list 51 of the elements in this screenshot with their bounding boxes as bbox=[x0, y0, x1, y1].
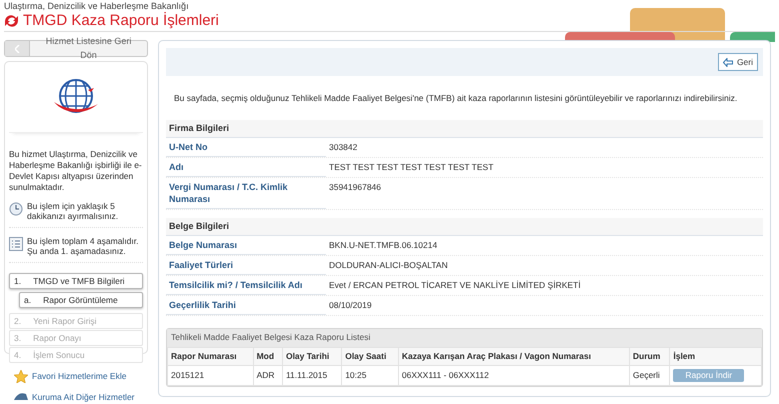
table-cell: Geçerli bbox=[629, 365, 670, 386]
table-cell: 10:25 bbox=[342, 365, 398, 386]
table-cell: 11.11.2015 bbox=[282, 365, 342, 386]
field-label: Geçerlilik Tarihi bbox=[166, 296, 326, 315]
panel-title: Tehlikeli Madde Faaliyet Belgesi Kaza Raporu Listesi bbox=[167, 328, 762, 347]
intro-text: Bu sayfada, seçmiş olduğunuz Tehlikeli Madde Faaliyet Belgesi'ne (TMFB) ait kaza raporlarının listesini görüntüleyebilir ve raporlarınızı indirebilirsiniz. bbox=[173, 92, 738, 105]
field-label: Vergi Numarası / T.C. Kimlik Numarası bbox=[166, 178, 326, 209]
column-header: Rapor Numarası bbox=[168, 347, 254, 366]
column-header: Olay Tarihi bbox=[282, 347, 342, 366]
step-item: a. Rapor Görüntüleme bbox=[19, 292, 143, 308]
field-label: Belge Numarası bbox=[166, 236, 326, 255]
step-item: 4. İşlem Sonucu bbox=[9, 347, 143, 363]
section-header: Belge Bilgileri bbox=[166, 218, 763, 236]
field-value: 303842 bbox=[328, 140, 358, 154]
column-header: İşlem bbox=[670, 347, 762, 366]
field-value: 35941967846 bbox=[328, 180, 382, 194]
arrow-left-icon bbox=[722, 58, 733, 66]
field-value: Evet / ERCAN PETROL TİCARET VE NAKLİYE LİMİTED ŞİRKETİ bbox=[328, 278, 582, 292]
step-item: 3. Rapor Onayı bbox=[9, 330, 143, 346]
page-title: TMGD Kaza Raporu İşlemleri bbox=[23, 12, 219, 30]
service-link[interactable]: Kuruma Ait Diğer Hizmetler bbox=[14, 391, 148, 404]
step-item: 1. TMGD ve TMFB Bilgileri bbox=[9, 273, 143, 289]
table-cell: 06XXX111 - 06XXX112 bbox=[398, 365, 630, 386]
back-button[interactable]: Geri bbox=[718, 53, 758, 71]
clock-icon bbox=[9, 202, 23, 216]
field-value: 08/10/2019 bbox=[328, 298, 373, 312]
field-value: TEST TEST TEST TEST TEST TEST TEST bbox=[328, 160, 494, 174]
field-value: DOLDURAN-ALICI-BOŞALTAN bbox=[328, 258, 449, 272]
list-icon bbox=[9, 237, 23, 251]
back-link-button[interactable]: Hizmet Listesine Geri Dön bbox=[4, 40, 148, 57]
field-label: Faaliyet Türleri bbox=[166, 256, 326, 275]
column-header: Durum bbox=[629, 347, 670, 366]
service-description: Bu hizmet Ulaştırma, Denizcilik ve Haberleşme Bakanlığı işbirliği ile e-Devlet Kapısı altyapısı üzerinden sunulmaktadır. bbox=[9, 149, 143, 193]
field-label: Temsilcilik mi? / Temsilcilik Adı bbox=[166, 276, 326, 295]
column-header: Mod bbox=[253, 347, 282, 366]
step-item: 2. Yeni Rapor Girişi bbox=[9, 313, 143, 329]
field-label: Adı bbox=[166, 158, 326, 177]
table-cell: ADR bbox=[253, 365, 282, 386]
star-icon bbox=[14, 370, 28, 383]
column-header: Kazaya Karışan Araç Plakası / Vagon Numarası bbox=[398, 347, 630, 366]
refresh-icon bbox=[4, 15, 19, 27]
info-note: Bu işlem toplam 4 aşamalıdır. Şu anda 1. aşamadasınız. bbox=[27, 236, 140, 256]
field-label: U-Net No bbox=[166, 138, 326, 157]
column-header: Olay Saati bbox=[342, 347, 398, 366]
ministry-name: Ulaştırma, Denizcilik ve Haberleşme Bakanlığı bbox=[4, 1, 190, 12]
table-cell: 2015121 bbox=[168, 365, 254, 386]
field-value: BKN.U-NET.TMFB.06.10214 bbox=[328, 238, 438, 252]
service-link[interactable]: Favori Hizmetlerime Ekle bbox=[14, 370, 148, 383]
chevron-left-icon bbox=[14, 44, 20, 52]
section-header: Firma Bilgileri bbox=[166, 120, 763, 138]
info-note: Bu işlem için yaklaşık 5 dakikanızı ayırmalısınız. bbox=[27, 201, 120, 221]
